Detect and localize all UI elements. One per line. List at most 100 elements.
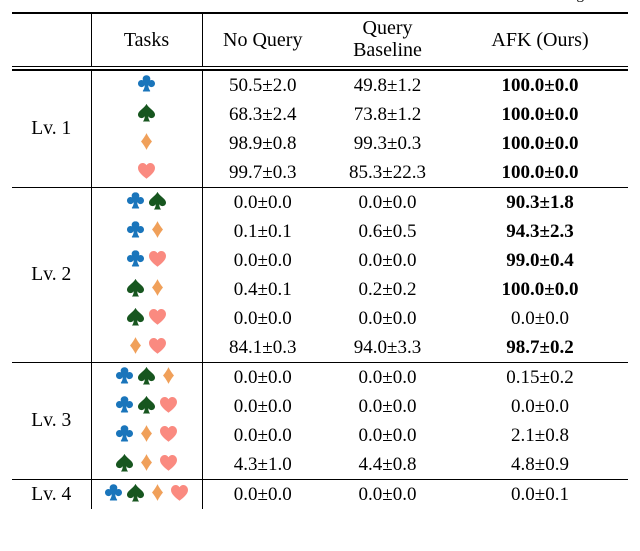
diamond-icon bbox=[149, 220, 166, 239]
afk-value: 100.0±0.0 bbox=[501, 162, 579, 183]
query-baseline-value: 0.2±0.2 bbox=[358, 279, 417, 300]
diamond-icon bbox=[127, 336, 144, 355]
query-baseline-value: 0.0±0.0 bbox=[358, 484, 417, 505]
header-query-baseline: Query Baseline bbox=[323, 14, 452, 67]
no-query-value: 84.1±0.3 bbox=[201, 333, 323, 363]
club-icon bbox=[127, 249, 144, 268]
table-row: Lv. 2 0.0±0.0 0.0±0.0 90.3±1.8 bbox=[12, 188, 628, 284]
spade-icon bbox=[127, 483, 144, 502]
heart-icon bbox=[160, 424, 177, 443]
afk-value: 99.0±0.4 bbox=[506, 250, 574, 271]
suit-group bbox=[138, 103, 155, 122]
suit-group bbox=[138, 74, 155, 93]
club-icon bbox=[127, 220, 144, 239]
diamond-icon bbox=[138, 424, 155, 443]
header-query-baseline-line2: Baseline bbox=[353, 39, 422, 61]
heart-icon bbox=[149, 249, 166, 268]
no-query-value: 99.7±0.3 bbox=[201, 158, 323, 188]
query-baseline-value: 0.0±0.0 bbox=[358, 367, 417, 388]
caption-crop: g bbox=[0, 0, 640, 8]
header-query-baseline-line1: Query bbox=[362, 17, 413, 40]
spade-icon bbox=[138, 103, 155, 122]
task-cell bbox=[90, 217, 202, 246]
task-cell bbox=[90, 421, 202, 450]
level-label: Lv. 4 bbox=[31, 483, 72, 505]
query-baseline-value: 49.8±1.2 bbox=[353, 75, 422, 96]
query-baseline-value: 0.0±0.0 bbox=[358, 396, 417, 417]
afk-value: 2.1±0.8 bbox=[511, 425, 569, 446]
heart-icon bbox=[149, 307, 166, 326]
query-baseline-value: 85.3±22.3 bbox=[349, 162, 426, 183]
no-query-value: 0.0±0.0 bbox=[201, 246, 323, 275]
table-row: 68.3±2.4 73.8±1.2 100.0±0.0 bbox=[12, 100, 628, 129]
task-cell bbox=[90, 129, 202, 158]
club-icon bbox=[127, 191, 144, 210]
afk-value: 0.0±0.1 bbox=[511, 484, 569, 505]
diamond-icon bbox=[138, 132, 155, 151]
suit-group bbox=[116, 424, 177, 443]
diamond-icon bbox=[149, 483, 166, 502]
heart-icon bbox=[149, 336, 166, 355]
spade-icon bbox=[138, 366, 155, 385]
query-baseline-value: 4.4±0.8 bbox=[358, 454, 417, 475]
table-row: Lv. 3 0.0±0.0 0.0±0.0 0.15±0.2 bbox=[12, 363, 628, 430]
diamond-icon bbox=[149, 278, 166, 297]
afk-value: 0.0±0.0 bbox=[511, 308, 569, 329]
club-icon bbox=[116, 424, 133, 443]
no-query-value: 0.4±0.1 bbox=[201, 275, 323, 304]
suit-group bbox=[105, 483, 188, 502]
club-icon bbox=[105, 483, 122, 502]
level-label: Lv. 1 bbox=[31, 118, 72, 140]
spade-icon bbox=[116, 453, 133, 472]
club-icon bbox=[138, 74, 155, 93]
diamond-icon bbox=[160, 366, 177, 385]
afk-value: 0.0±0.0 bbox=[511, 396, 569, 417]
results-table: Tasks No Query Query Baseline AFK (Ours)… bbox=[12, 12, 628, 509]
suit-group bbox=[116, 453, 177, 472]
table-row: 0.4±0.1 0.2±0.2 100.0±0.0 bbox=[12, 275, 628, 304]
no-query-value: 0.1±0.1 bbox=[201, 217, 323, 246]
suit-group bbox=[116, 395, 177, 414]
query-baseline-value: 73.8±1.2 bbox=[353, 104, 422, 125]
afk-value: 100.0±0.0 bbox=[501, 75, 579, 96]
heart-icon bbox=[160, 453, 177, 472]
suit-group bbox=[138, 161, 155, 180]
suit-group bbox=[116, 366, 177, 385]
table-row: 0.0±0.0 0.0±0.0 0.0±0.0 bbox=[12, 392, 628, 421]
task-cell bbox=[90, 275, 202, 304]
header-tasks: Tasks bbox=[90, 14, 202, 67]
level-label: Lv. 3 bbox=[31, 410, 72, 432]
spade-icon bbox=[127, 307, 144, 326]
header-level-column bbox=[12, 14, 91, 67]
table-row: 98.9±0.8 99.3±0.3 100.0±0.0 bbox=[12, 129, 628, 158]
query-baseline-value: 0.0±0.0 bbox=[358, 308, 417, 329]
level-label: Lv. 2 bbox=[31, 264, 72, 286]
afk-value: 100.0±0.0 bbox=[501, 279, 579, 300]
afk-value: 94.3±2.3 bbox=[506, 221, 574, 242]
query-baseline-value: 0.0±0.0 bbox=[358, 192, 417, 213]
query-baseline-value: 94.0±3.3 bbox=[353, 337, 422, 358]
no-query-value: 4.3±1.0 bbox=[201, 450, 323, 480]
heart-icon bbox=[160, 395, 177, 414]
afk-value: 100.0±0.0 bbox=[501, 133, 579, 154]
table-row: 99.7±0.3 85.3±22.3 100.0±0.0 bbox=[12, 158, 628, 188]
heart-icon bbox=[171, 483, 188, 502]
task-cell bbox=[90, 480, 202, 509]
suit-group bbox=[127, 249, 166, 268]
table-row: 0.0±0.0 0.0±0.0 2.1±0.8 bbox=[12, 421, 628, 450]
afk-value: 100.0±0.0 bbox=[501, 104, 579, 125]
spade-icon bbox=[138, 395, 155, 414]
heart-icon bbox=[138, 161, 155, 180]
afk-value: 90.3±1.8 bbox=[506, 192, 574, 213]
table-row: 84.1±0.3 94.0±3.3 98.7±0.2 bbox=[12, 333, 628, 363]
task-cell bbox=[90, 158, 202, 188]
suit-group bbox=[127, 220, 166, 239]
club-icon bbox=[116, 366, 133, 385]
no-query-value: 0.0±0.0 bbox=[201, 421, 323, 450]
table-row: 4.3±1.0 4.4±0.8 4.8±0.9 bbox=[12, 450, 628, 480]
no-query-value: 0.0±0.0 bbox=[201, 392, 323, 421]
task-cell bbox=[90, 70, 202, 100]
no-query-value: 0.0±0.0 bbox=[201, 304, 323, 333]
table-row: 0.1±0.1 0.6±0.5 94.3±2.3 bbox=[12, 217, 628, 246]
table-body: Lv. 1 50.5±2.0 49.8±1.2 100.0±0.0 68.3±2.4 73… bbox=[12, 70, 628, 509]
